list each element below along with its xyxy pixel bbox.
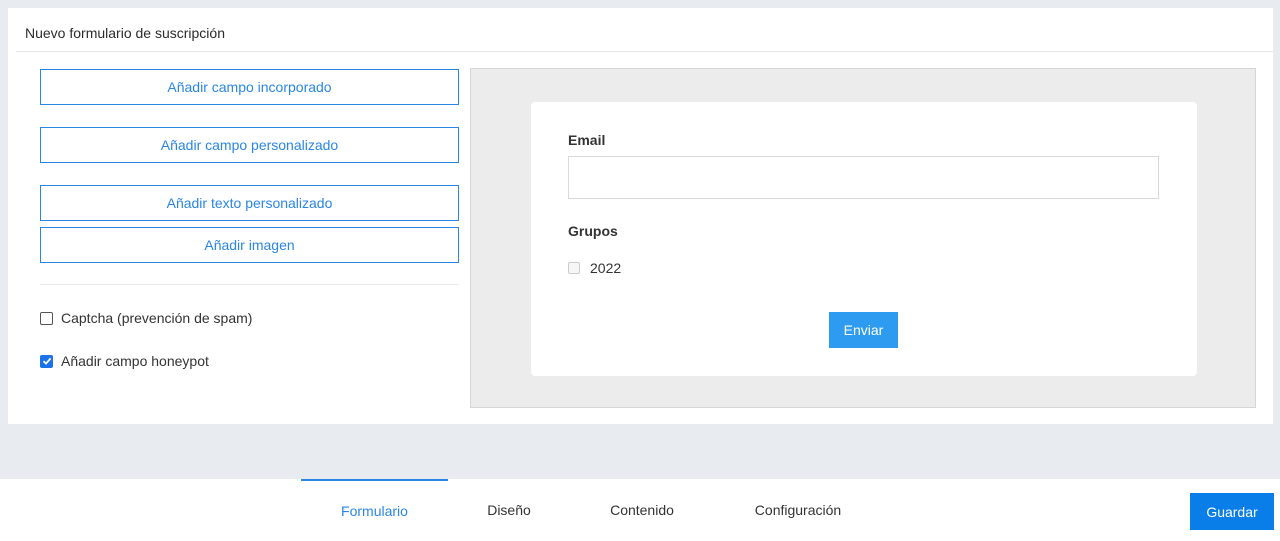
tab-formulario[interactable]: Formulario xyxy=(301,479,448,541)
save-button[interactable]: Guardar xyxy=(1190,493,1274,530)
tab-diseno[interactable]: Diseño xyxy=(470,479,548,541)
group-checkbox[interactable] xyxy=(568,262,580,274)
submit-button[interactable]: Enviar xyxy=(829,312,898,348)
captcha-checkbox[interactable] xyxy=(40,311,53,325)
honeypot-option[interactable]: Añadir campo honeypot xyxy=(40,353,209,369)
captcha-option[interactable]: Captcha (prevención de spam) xyxy=(40,310,252,326)
add-builtin-field-button[interactable]: Añadir campo incorporado xyxy=(40,69,459,105)
card-title: Nuevo formulario de suscripción xyxy=(25,25,225,41)
group-label: 2022 xyxy=(590,260,622,276)
add-custom-text-button[interactable]: Añadir texto personalizado xyxy=(40,185,459,221)
captcha-label: Captcha (prevención de spam) xyxy=(61,310,253,326)
email-label: Email xyxy=(568,132,606,148)
group-option[interactable]: 2022 xyxy=(568,260,621,276)
form-preview: Email Grupos 2022 Enviar xyxy=(470,68,1256,408)
tab-contenido[interactable]: Contenido xyxy=(590,479,694,541)
header-divider xyxy=(16,51,1273,52)
groups-label: Grupos xyxy=(568,223,618,239)
honeypot-checkbox[interactable] xyxy=(40,354,53,368)
preview-form: Email Grupos 2022 Enviar xyxy=(531,102,1197,376)
form-editor-card: Nuevo formulario de suscripción Añadir c… xyxy=(8,8,1273,424)
tab-configuracion[interactable]: Configuración xyxy=(735,479,861,541)
bottom-bar: Formulario Diseño Contenido Configuració… xyxy=(0,479,1280,541)
options-divider xyxy=(40,284,459,285)
add-custom-field-button[interactable]: Añadir campo personalizado xyxy=(40,127,459,163)
check-icon xyxy=(42,357,51,365)
email-input[interactable] xyxy=(568,156,1159,199)
honeypot-label: Añadir campo honeypot xyxy=(61,353,209,369)
add-image-button[interactable]: Añadir imagen xyxy=(40,227,459,263)
